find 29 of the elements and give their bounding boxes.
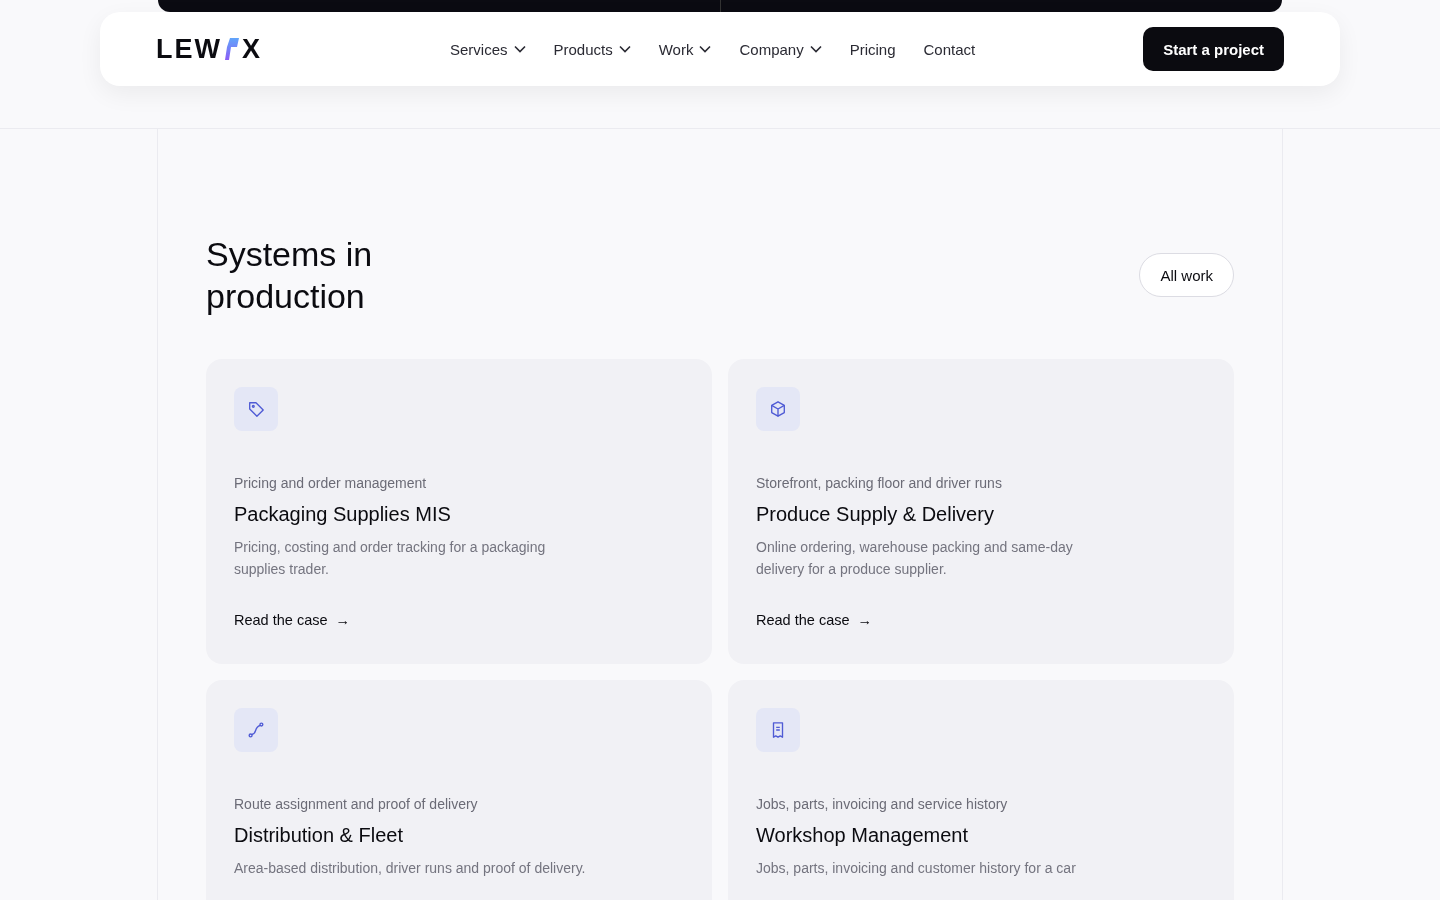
logo-slash-icon	[225, 38, 239, 60]
nav-link[interactable]: Contact	[923, 40, 976, 58]
card-subtitle: Route assignment and proof of delivery	[234, 796, 479, 812]
card-description: Area-based distribution, driver runs and proof of delivery.	[234, 859, 587, 878]
tag-icon	[247, 400, 265, 418]
card-subtitle: Storefront, packing floor and driver runs	[756, 475, 1003, 491]
card-title: Produce Supply & Delivery	[756, 503, 995, 526]
card-title: Workshop Management	[756, 824, 969, 847]
card-subtitle: Pricing and order management	[234, 475, 428, 491]
cube-icon	[769, 400, 787, 418]
card-title: Distribution & Fleet	[234, 824, 404, 847]
card-description: Online ordering, warehouse packing and same-day delivery for a produce supplier.	[756, 538, 1074, 579]
all-work-button[interactable]: All work	[1139, 253, 1234, 297]
read-case-link[interactable]: Read the case →	[756, 612, 872, 628]
card-description: Jobs, parts, invoicing and customer history for a car	[756, 859, 1077, 878]
nav-link[interactable]: Products	[553, 40, 631, 58]
route-icon	[247, 721, 265, 739]
logo-text: X	[242, 33, 262, 65]
section-title: Systems in production	[206, 234, 374, 317]
nav-link[interactable]: Pricing	[849, 40, 896, 58]
nav-link[interactable]: Company	[739, 40, 822, 58]
card-title: Packaging Supplies MIS	[234, 503, 452, 526]
card-subtitle: Jobs, parts, invoicing and service history	[756, 796, 1009, 812]
start-project-button[interactable]: Start a project	[1143, 27, 1284, 71]
nav-link[interactable]: Work	[658, 40, 712, 58]
read-case-link[interactable]: Read the case →	[234, 612, 350, 628]
logo-text: LEW	[156, 33, 222, 65]
card-description: Pricing, costing and order tracking for a packaging supplies trader.	[234, 538, 547, 579]
nav-link[interactable]: Services	[450, 40, 526, 58]
